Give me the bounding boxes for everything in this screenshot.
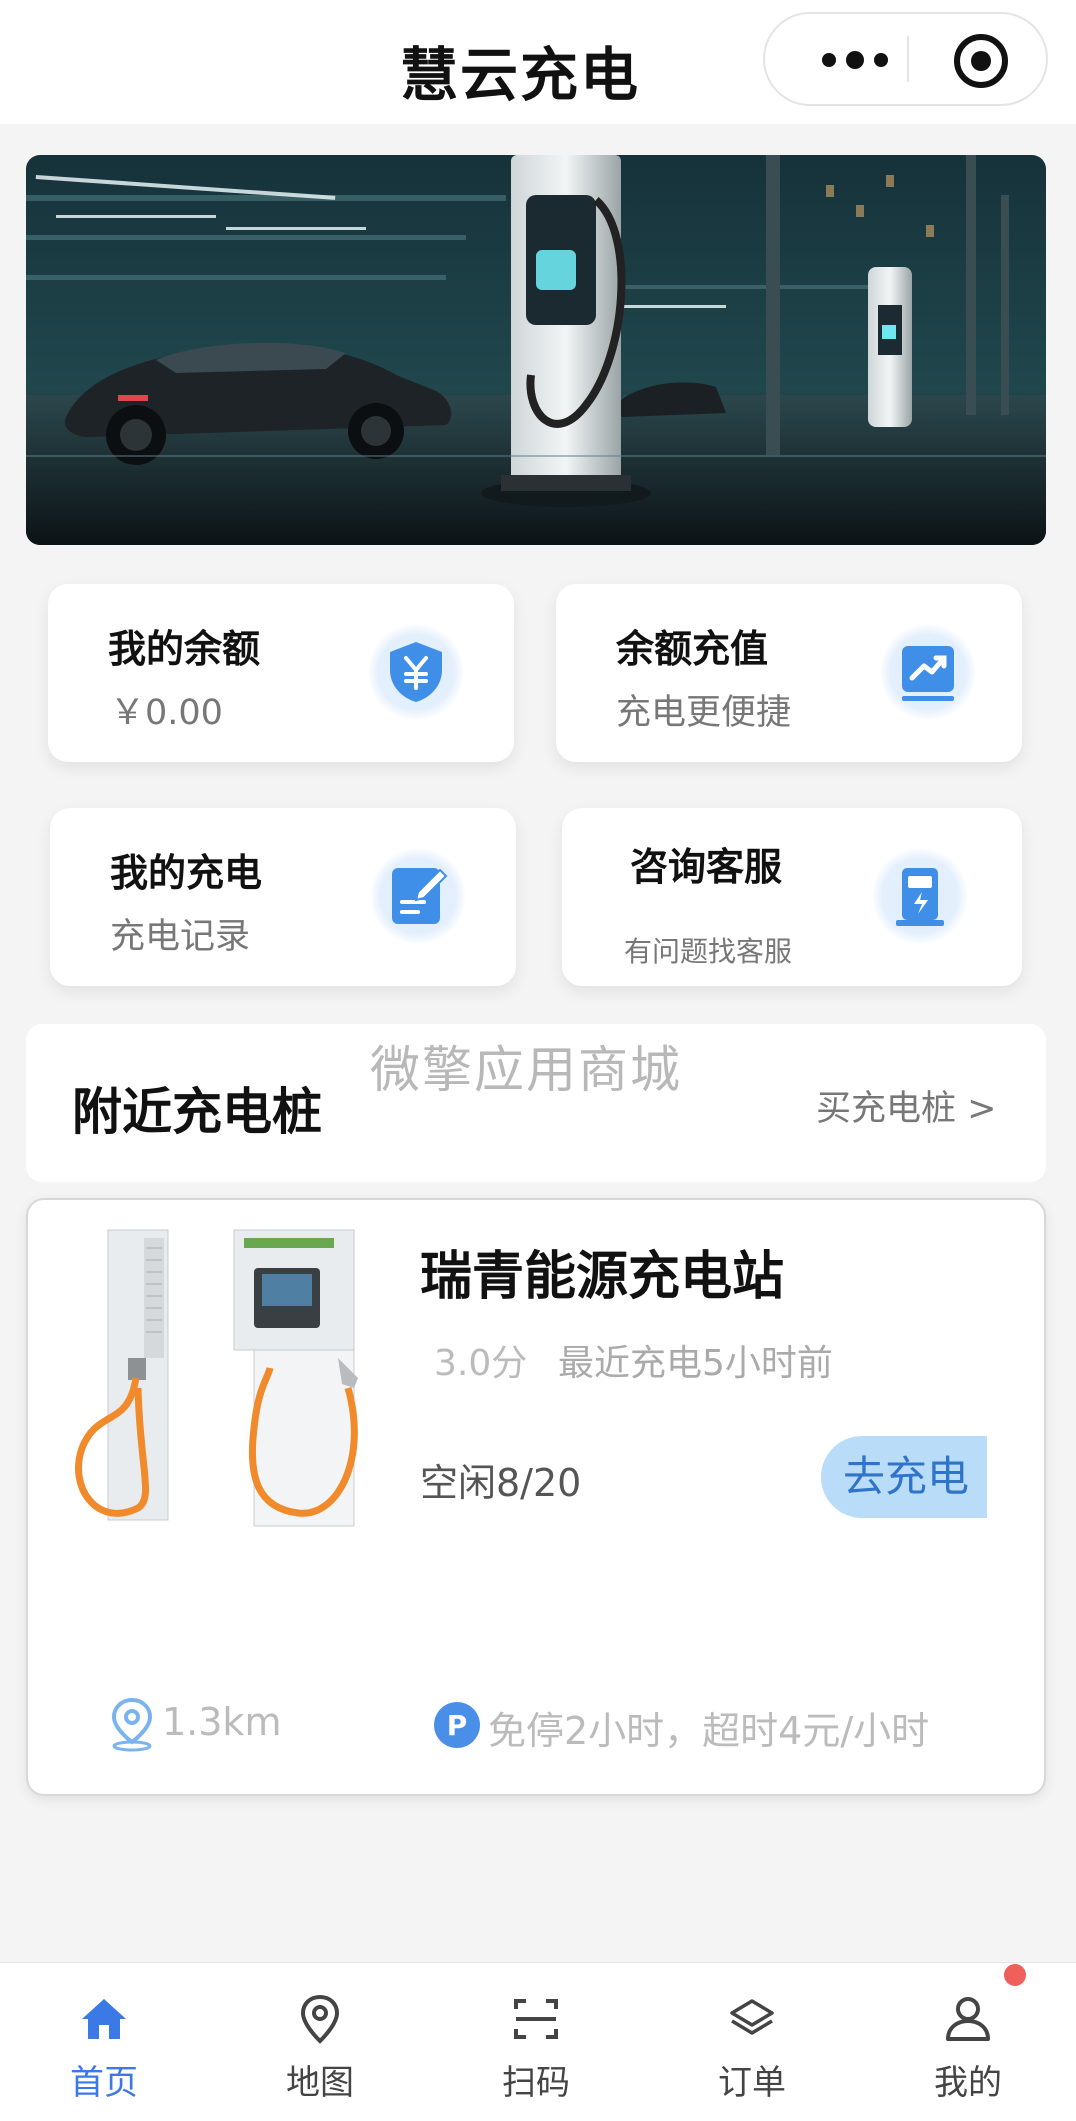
parking-info: 免停2小时，超时4元/小时 bbox=[488, 1709, 930, 1753]
bottom-tab-bar: 首页 地图 扫码 订单 我的 bbox=[0, 1962, 1076, 2121]
tab-label: 订单 bbox=[718, 2063, 786, 2103]
tab-label: 我的 bbox=[934, 2063, 1002, 2103]
more-dots-icon[interactable] bbox=[805, 40, 905, 80]
card-title: 我的充电 bbox=[110, 851, 263, 895]
station-rating: 3.0分 bbox=[434, 1343, 528, 1384]
card-subtitle: 充电记录 bbox=[110, 917, 251, 957]
free-slots: 空闲8/20 bbox=[420, 1461, 582, 1505]
user-icon bbox=[946, 1997, 990, 2041]
card-subtitle: 有问题找客服 bbox=[624, 935, 793, 968]
svg-text:P: P bbox=[447, 1709, 468, 1742]
edit-note-icon bbox=[392, 868, 448, 924]
card-icon-bg bbox=[880, 624, 976, 720]
map-pin-icon bbox=[300, 1994, 340, 2044]
station-distance: 1.3km bbox=[162, 1700, 282, 1744]
yuan-shield-icon bbox=[390, 642, 442, 702]
go-charge-button[interactable]: 去充电 bbox=[821, 1436, 987, 1518]
station-card[interactable]: 瑞青能源充电站 3.0分 最近充电5小时前 空闲8/20 去充电 1.3km P… bbox=[26, 1198, 1046, 1796]
home-icon bbox=[82, 1999, 126, 2039]
card-icon-bg bbox=[370, 848, 466, 944]
balance-value: ￥0.00 bbox=[110, 693, 223, 733]
capsule-divider bbox=[907, 36, 909, 82]
banner-image[interactable] bbox=[26, 155, 1046, 545]
card-icon-bg bbox=[872, 848, 968, 944]
charger-pile-icon bbox=[896, 868, 944, 926]
ev-charging-banner-illustration bbox=[26, 155, 1046, 545]
layers-icon bbox=[730, 1999, 774, 2035]
tab-map[interactable]: 地图 bbox=[250, 1963, 390, 2121]
parking-icon: P bbox=[434, 1702, 480, 1748]
card-customer-service[interactable]: 咨询客服 有问题找客服 bbox=[562, 808, 1022, 986]
tab-label: 地图 bbox=[286, 2063, 354, 2103]
card-recharge[interactable]: 余额充值 充电更便捷 bbox=[556, 584, 1022, 762]
nav-header: 慧云充电 bbox=[0, 0, 1076, 124]
tab-orders[interactable]: 订单 bbox=[682, 1963, 822, 2121]
card-title: 余额充值 bbox=[616, 627, 769, 671]
station-name: 瑞青能源充电站 bbox=[420, 1247, 785, 1307]
tab-label: 扫码 bbox=[502, 2063, 570, 2103]
target-circle-icon[interactable] bbox=[952, 32, 1010, 90]
last-charge-time: 最近充电5小时前 bbox=[558, 1343, 833, 1384]
notification-dot bbox=[1004, 1964, 1026, 1986]
tab-label: 首页 bbox=[70, 2063, 138, 2103]
scan-icon bbox=[514, 1999, 558, 2039]
card-my-charging[interactable]: 我的充电 充电记录 bbox=[50, 808, 516, 986]
tab-mine[interactable]: 我的 bbox=[898, 1963, 1038, 2121]
card-my-balance[interactable]: 我的余额 ￥0.00 bbox=[48, 584, 514, 762]
card-title: 咨询客服 bbox=[630, 845, 783, 889]
chart-up-icon bbox=[902, 646, 954, 701]
mini-program-capsule bbox=[763, 12, 1048, 106]
card-icon-bg bbox=[368, 624, 464, 720]
buy-charger-link[interactable]: 买充电桩 > bbox=[816, 1080, 996, 1131]
tab-scan[interactable]: 扫码 bbox=[466, 1963, 606, 2121]
card-subtitle: 充电更便捷 bbox=[616, 693, 792, 733]
section-title: 附近充电桩 bbox=[72, 1083, 322, 1141]
card-title: 我的余额 bbox=[108, 627, 261, 671]
location-pin-icon bbox=[111, 1697, 153, 1752]
station-image bbox=[58, 1228, 388, 1528]
tab-home[interactable]: 首页 bbox=[34, 1963, 174, 2121]
watermark: 微擎应用商城 bbox=[370, 1041, 682, 1099]
